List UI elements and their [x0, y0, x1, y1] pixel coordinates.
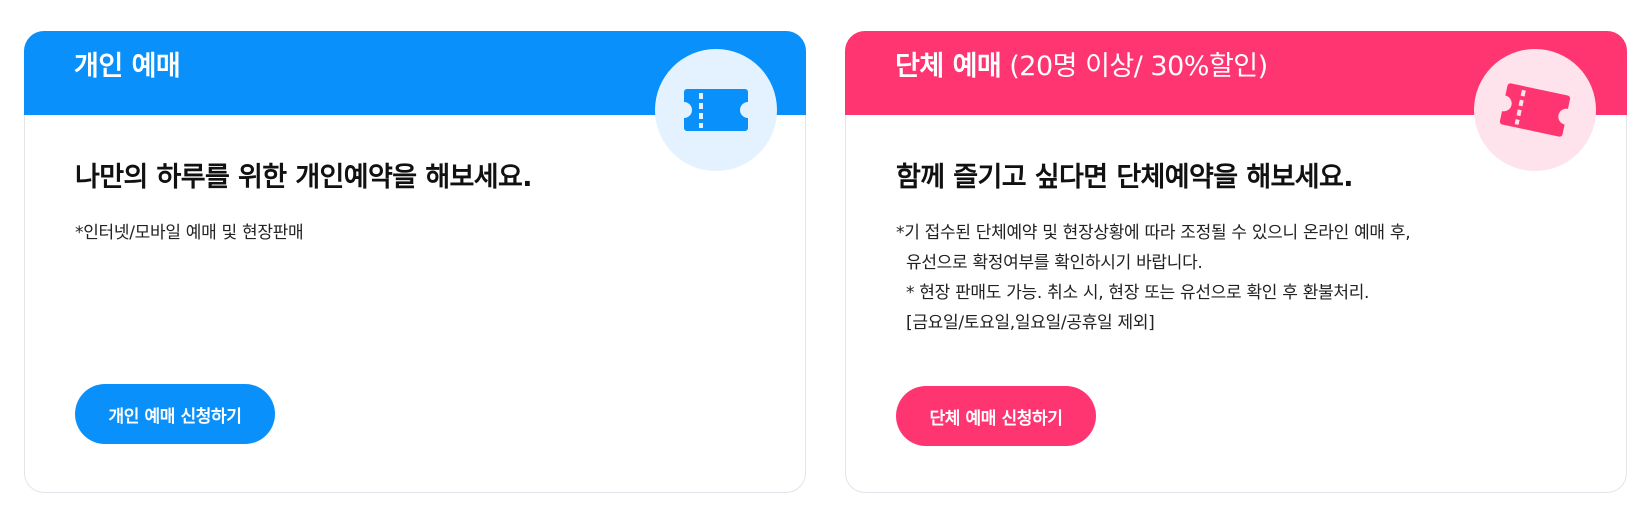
group-booking-card: 단체 예매 (20명 이상/ 30%할인) 함께 즐기고 싶다면 단체예약을 해보… [845, 31, 1627, 493]
group-title-detail: (20명 이상/ 30%할인) [1009, 51, 1268, 82]
note-line: [금요일/토요일,일요일/공휴일 제외] [906, 313, 1155, 333]
group-title-text: 단체 예매 [895, 51, 1002, 82]
individual-ticket-badge [655, 49, 777, 171]
individual-booking-card: 개인 예매 나만의 하루를 위한 개인예약을 해보세요. *인터넷/모바일 예매… [24, 31, 806, 493]
individual-notes: *인터넷/모바일 예매 및 현장판매 [75, 218, 304, 248]
individual-headline: 나만의 하루를 위한 개인예약을 해보세요. [75, 162, 533, 193]
group-card-title: 단체 예매 (20명 이상/ 30%할인) [895, 49, 1268, 85]
group-booking-button[interactable]: 단체 예매 신청하기 [896, 386, 1096, 446]
individual-title-text: 개인 예매 [74, 51, 181, 82]
group-notes: *기 접수된 단체예약 및 현장상황에 따라 조정될 수 있으니 온라인 예매 … [896, 218, 1411, 338]
ticket-icon [1499, 83, 1571, 137]
note-line: 유선으로 확정여부를 확인하시기 바랍니다. [906, 253, 1203, 273]
ticket-icon [684, 89, 748, 131]
individual-card-title: 개인 예매 [74, 49, 181, 85]
note-line: *인터넷/모바일 예매 및 현장판매 [75, 223, 304, 243]
individual-booking-button[interactable]: 개인 예매 신청하기 [75, 384, 275, 444]
group-ticket-badge [1474, 49, 1596, 171]
note-line: *기 접수된 단체예약 및 현장상황에 따라 조정될 수 있으니 온라인 예매 … [896, 223, 1411, 243]
group-headline: 함께 즐기고 싶다면 단체예약을 해보세요. [896, 162, 1354, 193]
note-line: * 현장 판매도 가능. 취소 시, 현장 또는 유선으로 확인 후 환불처리. [906, 283, 1370, 303]
